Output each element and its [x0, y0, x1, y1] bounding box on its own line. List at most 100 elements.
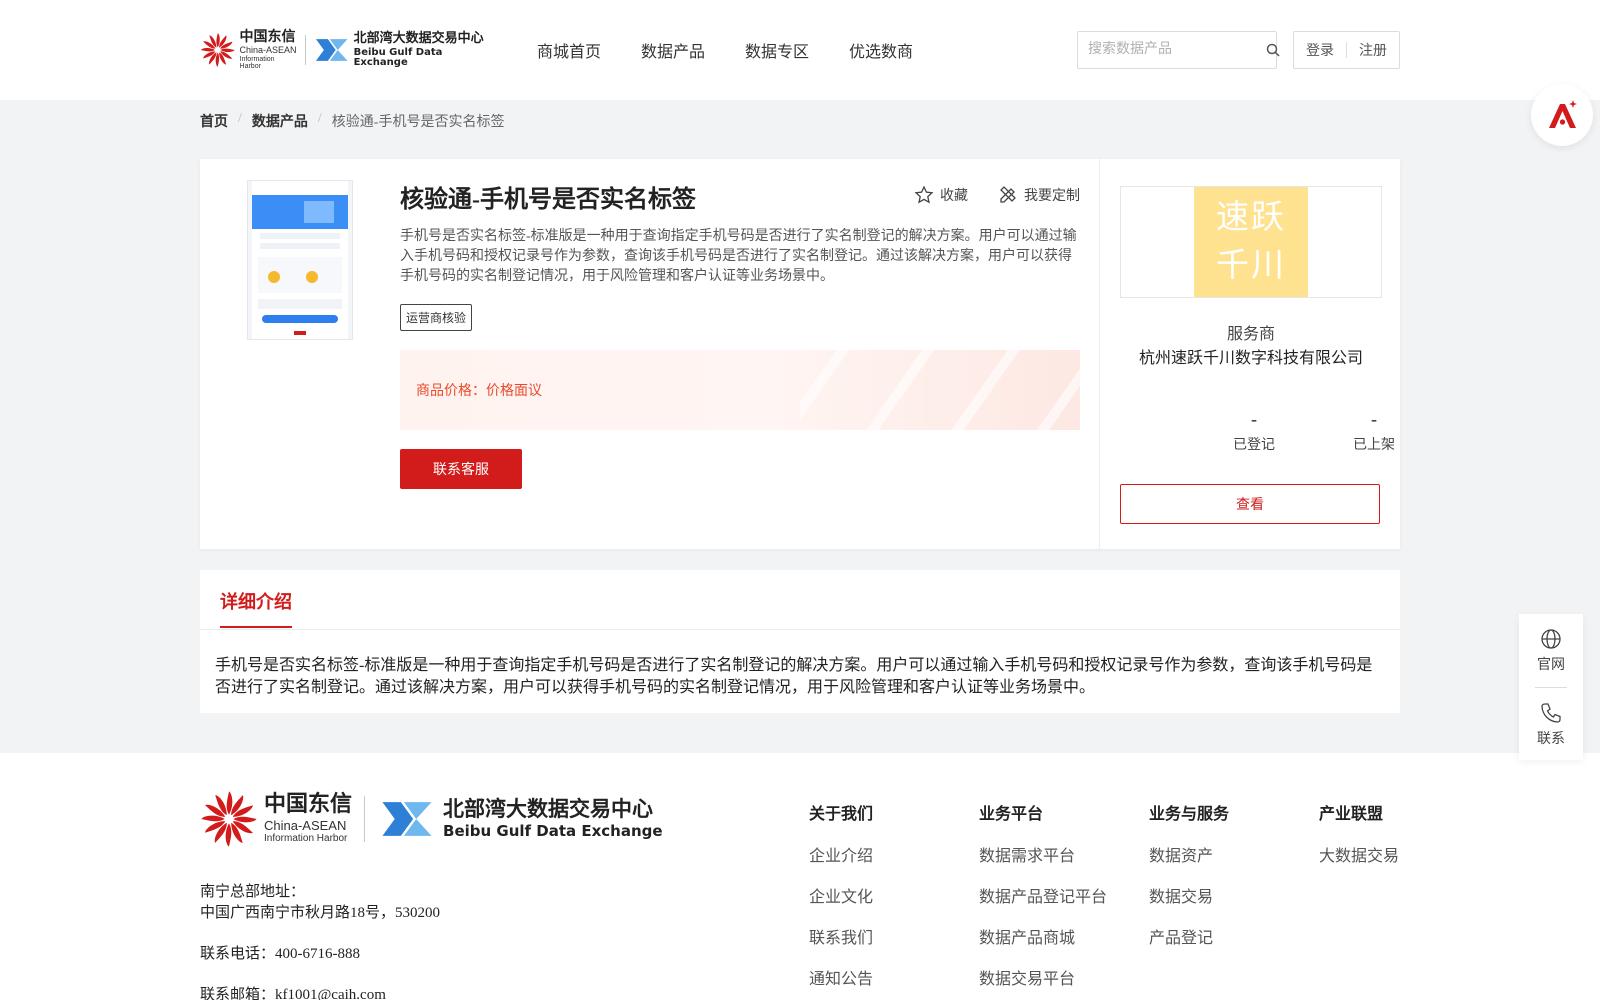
contact-service-button[interactable]: 联系客服 [400, 449, 522, 489]
breadcrumb-separator: / [238, 111, 242, 126]
logo-a-text: 中国东信 China-ASEAN Information Harbor [240, 30, 298, 70]
customize-icon [1000, 186, 1016, 203]
price-value: 价格面议 [486, 384, 542, 399]
price-label: 商品价格： [416, 384, 486, 399]
vendor-logo-box: 速跃 千川 [1194, 187, 1308, 297]
stat-listed-value: - [1371, 409, 1377, 429]
china-asean-logo-icon [201, 791, 257, 847]
search-icon[interactable] [1266, 43, 1280, 57]
footer-link[interactable]: 数据交易 [1149, 883, 1229, 907]
favorite-label: 收藏 [940, 189, 968, 204]
product-title: 核验通-手机号是否实名标签 [400, 187, 696, 213]
footer-email: 联系邮箱：kf1001@caih.com [200, 987, 386, 1000]
footer-link[interactable]: 数据资产 [1149, 842, 1229, 866]
search-box [1077, 31, 1280, 69]
auth-box: 登录 注册 [1293, 31, 1400, 69]
product-thumbnail [247, 180, 353, 340]
footer-logo-b-en: Beibu Gulf Data Exchange [443, 822, 663, 840]
footer-link[interactable]: 数据需求平台 [979, 842, 1107, 866]
phone-icon [1541, 703, 1561, 723]
vendor-name: 杭州速跃千川数字科技有限公司 [1138, 350, 1363, 367]
footer-link[interactable]: 联系我们 [809, 924, 873, 948]
price-box-decoration [800, 350, 1080, 430]
price-box: 商品价格：价格面议 [400, 350, 1080, 430]
logo-b-cn: 北部湾大数据交易中心 [353, 31, 484, 46]
logo-b-en: Beibu Gulf Data Exchange [353, 47, 443, 68]
footer-link[interactable]: 产品登记 [1149, 924, 1229, 948]
breadcrumb-separator: / [317, 111, 322, 126]
footer-logo: 中国东信 China-ASEAN Information Harbor 北部湾大… [200, 790, 663, 848]
site-logo[interactable]: 中国东信 China-ASEAN Information Harbor 北部湾大… [200, 30, 498, 70]
footer-column-heading: 产业联盟 [1319, 806, 1384, 823]
stat-registered: - 已登记 [1194, 409, 1314, 454]
footer-column-services: 业务与服务 数据资产 数据交易 产品登记 [1149, 800, 1229, 965]
footer-column-about: 关于我们 企业介绍 企业文化 联系我们 通知公告 [809, 800, 873, 1000]
logo-divider [305, 35, 307, 65]
customize-label: 我要定制 [1024, 189, 1080, 204]
auth-divider [1346, 42, 1347, 58]
footer-link[interactable]: 企业介绍 [809, 842, 873, 866]
search-input[interactable] [1078, 32, 1266, 68]
beibu-gulf-logo-icon [382, 802, 432, 836]
detail-card: 详细介绍 手机号是否实名标签-标准版是一种用于查询指定手机号码是否进行了实名制登… [200, 570, 1400, 713]
breadcrumb-current: 核验通-手机号是否实名标签 [331, 115, 505, 130]
footer-phone: 联系电话：400-6716-888 [200, 946, 360, 962]
side-panel: 官网 联系 [1519, 614, 1583, 760]
stat-listed-label: 已上架 [1353, 438, 1395, 453]
footer-address-label: 南宁总部地址： [200, 884, 306, 900]
breadcrumb: 首页 / 数据产品 / 核验通-手机号是否实名标签 [200, 111, 504, 131]
detail-tab-divider [200, 629, 1400, 630]
nav-data-products[interactable]: 数据产品 [641, 38, 705, 62]
footer-link[interactable]: 数据产品登记平台 [979, 883, 1107, 907]
footer-logo-a-text: 中国东信 China-ASEAN Information Harbor [264, 794, 352, 844]
vendor-logo-line2: 千川 [1216, 245, 1286, 284]
beibu-gulf-logo-icon [316, 39, 348, 61]
side-separator [1535, 687, 1567, 688]
product-tag: 运营商核验 [400, 304, 473, 331]
side-website-button[interactable]: 官网 [1519, 628, 1583, 674]
side-contact-button[interactable]: 联系 [1519, 702, 1583, 748]
footer-link[interactable]: 数据交易平台 [979, 965, 1107, 989]
vendor-logo-line1: 速跃 [1216, 197, 1286, 236]
detail-text: 手机号是否实名标签-标准版是一种用于查询指定手机号码是否进行了实名制登记的解决方… [215, 657, 1373, 696]
customize-button[interactable]: 我要定制 [998, 185, 1080, 205]
footer-column-heading: 业务与服务 [1149, 806, 1230, 823]
login-link[interactable]: 登录 [1306, 40, 1334, 60]
star-icon [914, 185, 934, 204]
footer-column-heading: 关于我们 [809, 806, 874, 823]
footer-address: 中国广西南宁市秋月路18号，530200 [200, 905, 441, 921]
footer-link[interactable]: 数据产品商城 [979, 924, 1107, 948]
footer-link[interactable]: 通知公告 [809, 965, 873, 989]
ai-assistant-button[interactable] [1531, 84, 1593, 146]
nav-data-zone[interactable]: 数据专区 [745, 38, 809, 62]
register-link[interactable]: 注册 [1359, 40, 1387, 60]
product-description: 手机号是否实名标签-标准版是一种用于查询指定手机号码是否进行了实名制登记的解决方… [400, 229, 1077, 284]
footer-logo-b-cn: 北部湾大数据交易中心 [443, 797, 654, 821]
vendor-logo: 速跃 千川 [1120, 186, 1382, 298]
footer-link[interactable]: 企业文化 [809, 883, 873, 907]
favorite-button[interactable]: 收藏 [914, 185, 968, 205]
china-asean-logo-icon [200, 33, 235, 67]
nav-preferred-vendors[interactable]: 优选数商 [849, 38, 913, 62]
ai-assistant-icon [1549, 100, 1577, 128]
breadcrumb-category[interactable]: 数据产品 [252, 111, 308, 131]
footer-link[interactable]: 大数据交易 [1319, 842, 1399, 866]
product-actions: 收藏 我要定制 [914, 185, 1080, 205]
footer-column-platform: 业务平台 数据需求平台 数据产品登记平台 数据产品商城 数据交易平台 [979, 800, 1107, 1000]
tab-detail[interactable]: 详细介绍 [220, 588, 292, 628]
view-vendor-button[interactable]: 查看 [1120, 484, 1380, 524]
main-nav: 商城首页 数据产品 数据专区 优选数商 [537, 38, 913, 62]
breadcrumb-home[interactable]: 首页 [200, 111, 228, 131]
footer-logo-divider [364, 796, 366, 842]
nav-home[interactable]: 商城首页 [537, 38, 601, 62]
vendor-label: 服务商 [1226, 326, 1275, 343]
footer-contact-info: 南宁总部地址： 中国广西南宁市秋月路18号，530200 联系电话：400-67… [200, 882, 440, 1000]
side-contact-label: 联系 [1537, 732, 1565, 747]
card-divider [1099, 159, 1100, 549]
globe-icon [1541, 629, 1561, 649]
product-price: 商品价格：价格面议 [416, 380, 542, 400]
footer-logo-a-cn: 中国东信 [264, 792, 353, 817]
footer-logo-a-en2: Information Harbor [264, 833, 348, 844]
header: 中国东信 China-ASEAN Information Harbor 北部湾大… [0, 0, 1600, 100]
stat-registered-label: 已登记 [1233, 438, 1275, 453]
